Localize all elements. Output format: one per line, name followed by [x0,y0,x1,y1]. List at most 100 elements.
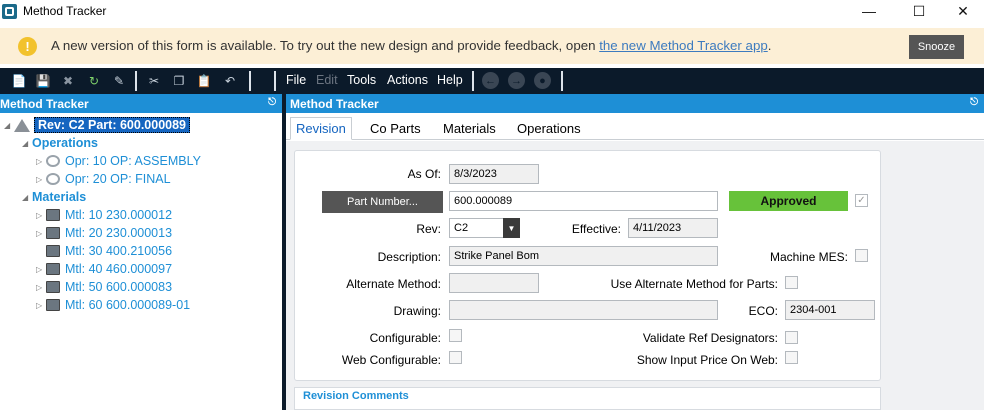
clear-icon[interactable]: ✎ [111,73,127,89]
material-icon [46,299,60,311]
title-bar: Method Tracker — ☐ ✕ [0,0,984,22]
forward-icon[interactable]: → [508,72,525,89]
menu-edit[interactable]: Edit [316,73,338,87]
collapse-icon[interactable]: ◢ [4,121,14,130]
tree-materials-node[interactable]: ◢ Materials [22,188,86,206]
home-icon[interactable]: ● [534,72,551,89]
tree-material-item[interactable]: ▷ Mtl: 40 460.000097 [36,260,172,278]
tab-materials[interactable]: Materials [438,117,501,140]
expand-icon[interactable]: ▷ [36,229,46,238]
copy-icon[interactable]: ❐ [171,73,187,89]
update-banner: ! A new version of this form is availabl… [0,28,984,64]
tree-material-item[interactable]: Mtl: 30 400.210056 [36,242,172,260]
validate-ref-designators-checkbox[interactable] [785,331,798,344]
drawing-label: Drawing: [393,304,441,318]
material-icon [46,209,60,221]
toolbar-separator [561,71,563,91]
tree-material-item[interactable]: ▷ Mtl: 60 600.000089-01 [36,296,190,314]
web-configurable-label: Web Configurable: [341,353,441,367]
show-input-price-label: Show Input Price On Web: [636,353,778,367]
machine-mes-label: Machine MES: [769,250,848,264]
as-of-field[interactable]: 8/3/2023 [449,164,539,184]
form-panel-header: Method Tracker ⎋ [286,94,984,113]
eco-label: ECO: [748,304,778,318]
menu-tools[interactable]: Tools [347,73,376,87]
expand-icon[interactable]: ▷ [36,157,46,166]
effective-date-field[interactable]: 4/11/2023 [628,218,718,238]
tree-operations-node[interactable]: ◢ Operations [22,134,98,152]
save-icon[interactable]: 💾 [35,73,51,89]
new-icon[interactable]: 📄 [11,73,27,89]
material-icon [46,281,60,293]
toolbar-separator [249,71,251,91]
use-alternate-method-checkbox[interactable] [785,276,798,289]
part-number-field[interactable]: 600.000089 [449,191,718,211]
toolbar-separator [472,71,474,91]
part-number-button[interactable]: Part Number... [322,191,443,213]
alternate-method-field[interactable] [449,273,539,293]
expand-icon[interactable]: ▷ [36,265,46,274]
operation-icon [46,155,60,167]
tree-root-row[interactable]: ◢ Rev: C2 Part: 600.000089 [4,116,191,134]
toolbar-separator [135,71,137,91]
web-configurable-checkbox[interactable] [449,351,462,364]
pin-icon[interactable]: ⎋ [268,97,276,108]
menu-actions[interactable]: Actions [387,73,428,87]
snooze-button[interactable]: Snooze [909,35,964,59]
rev-label: Rev: [416,222,441,236]
paste-icon[interactable]: 📋 [196,73,212,89]
undo-icon[interactable]: ↶ [222,73,238,89]
tree-material-item[interactable]: ▷ Mtl: 10 230.000012 [36,206,172,224]
rev-dropdown[interactable]: C2 [449,218,504,238]
pin-icon[interactable]: ⎋ [970,97,978,108]
expand-icon[interactable]: ▷ [36,283,46,292]
maximize-button[interactable]: ☐ [896,0,942,22]
tab-revision[interactable]: Revision [290,117,352,140]
chevron-down-icon[interactable]: ▼ [503,218,520,238]
material-icon [46,263,60,275]
tree-operation-item[interactable]: ▷ Opr: 20 OP: FINAL [36,170,171,188]
menu-help[interactable]: Help [437,73,463,87]
tab-operations[interactable]: Operations [512,117,586,140]
close-button[interactable]: ✕ [940,0,984,22]
collapse-icon[interactable]: ◢ [22,193,32,202]
validate-ref-designators-label: Validate Ref Designators: [642,331,778,345]
machine-mes-checkbox[interactable] [855,249,868,262]
refresh-icon[interactable]: ↻ [86,73,102,89]
eco-field[interactable]: 2304-001 [785,300,875,320]
form-panel-title: Method Tracker [290,96,379,111]
window-title: Method Tracker [23,4,107,18]
new-app-link[interactable]: the new Method Tracker app [599,38,768,53]
tree-material-item[interactable]: ▷ Mtl: 50 600.000083 [36,278,172,296]
expand-icon[interactable]: ▷ [36,301,46,310]
effective-label: Effective: [571,222,621,236]
description-field[interactable]: Strike Panel Bom [449,246,718,266]
revision-comments-label: Revision Comments [303,390,409,402]
drawing-field[interactable] [449,300,718,320]
expand-icon[interactable]: ▷ [36,211,46,220]
back-icon[interactable]: ← [482,72,499,89]
tab-bar: Revision Co Parts Materials Operations [286,113,984,140]
operation-icon [46,173,60,185]
tree-material-item[interactable]: ▷ Mtl: 20 230.000013 [36,224,172,242]
approved-checkbox[interactable]: ✓ [855,194,868,207]
tree-panel-header: Method Tracker ⎋ [0,94,282,113]
menu-file[interactable]: File [286,73,306,87]
tree-operation-item[interactable]: ▷ Opr: 10 OP: ASSEMBLY [36,152,201,170]
warning-icon: ! [18,37,37,56]
cut-icon[interactable]: ✂ [146,73,162,89]
app-icon [2,3,17,19]
tree-root-label[interactable]: Rev: C2 Part: 600.000089 [34,117,191,133]
tab-co-parts[interactable]: Co Parts [365,117,426,140]
revision-icon [14,118,30,132]
show-input-price-checkbox[interactable] [785,351,798,364]
material-icon [46,245,60,257]
collapse-icon[interactable]: ◢ [22,139,32,148]
configurable-checkbox[interactable] [449,329,462,342]
minimize-button[interactable]: — [846,0,892,22]
configurable-label: Configurable: [369,331,441,345]
expand-icon[interactable]: ▷ [36,175,46,184]
alternate-method-label: Alternate Method: [346,277,441,291]
delete-icon[interactable]: ✖ [60,73,76,89]
banner-message: A new version of this form is available.… [51,38,772,53]
